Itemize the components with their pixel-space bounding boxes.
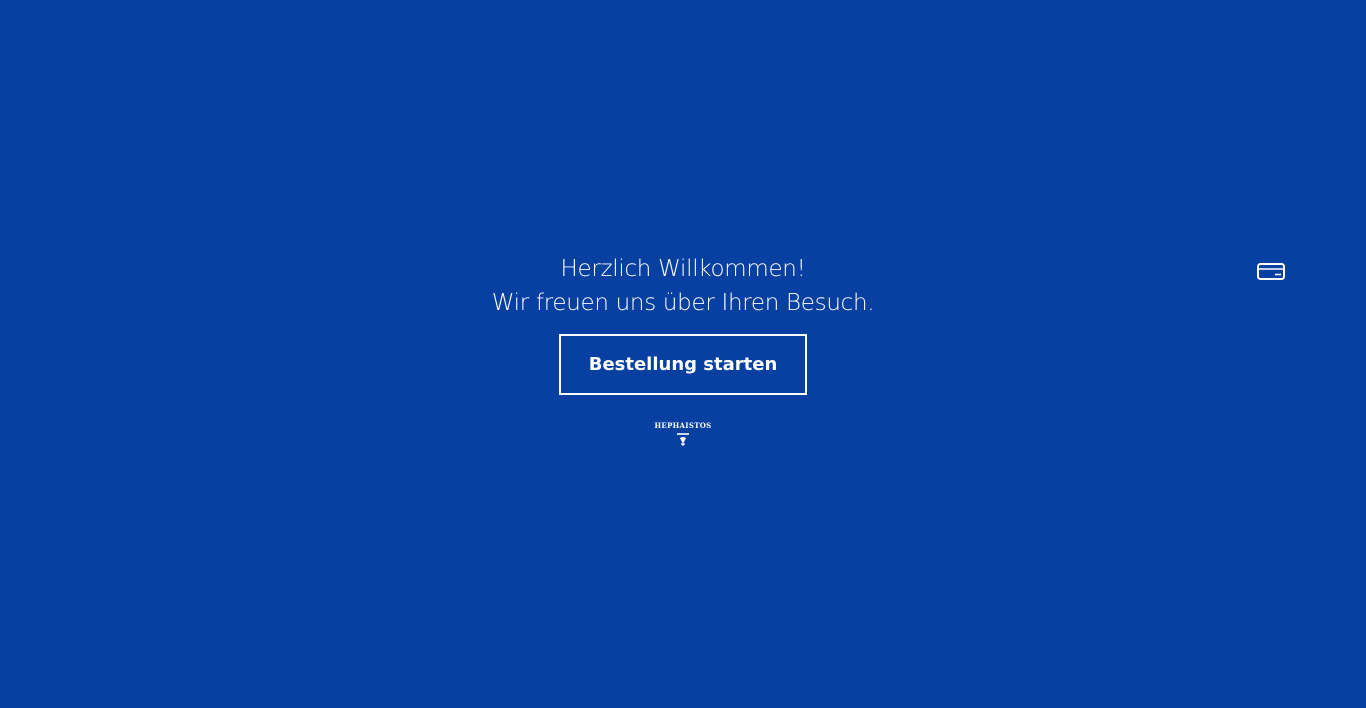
credit-card-icon[interactable] bbox=[1256, 262, 1286, 281]
welcome-subtitle: Wir freuen uns über Ihren Besuch. bbox=[491, 290, 875, 316]
logo-text: HEPHAISTOS bbox=[654, 421, 712, 430]
welcome-title: Herzlich Willkommen! bbox=[560, 256, 806, 282]
start-order-button[interactable]: Bestellung starten bbox=[559, 334, 807, 395]
start-order-button-label: Bestellung starten bbox=[588, 354, 778, 375]
welcome-message: Herzlich Willkommen! Wir freuen uns über… bbox=[0, 252, 1366, 320]
hephaistos-logo: HEPHAISTOS bbox=[643, 421, 723, 448]
logo-mark-icon bbox=[677, 433, 689, 446]
